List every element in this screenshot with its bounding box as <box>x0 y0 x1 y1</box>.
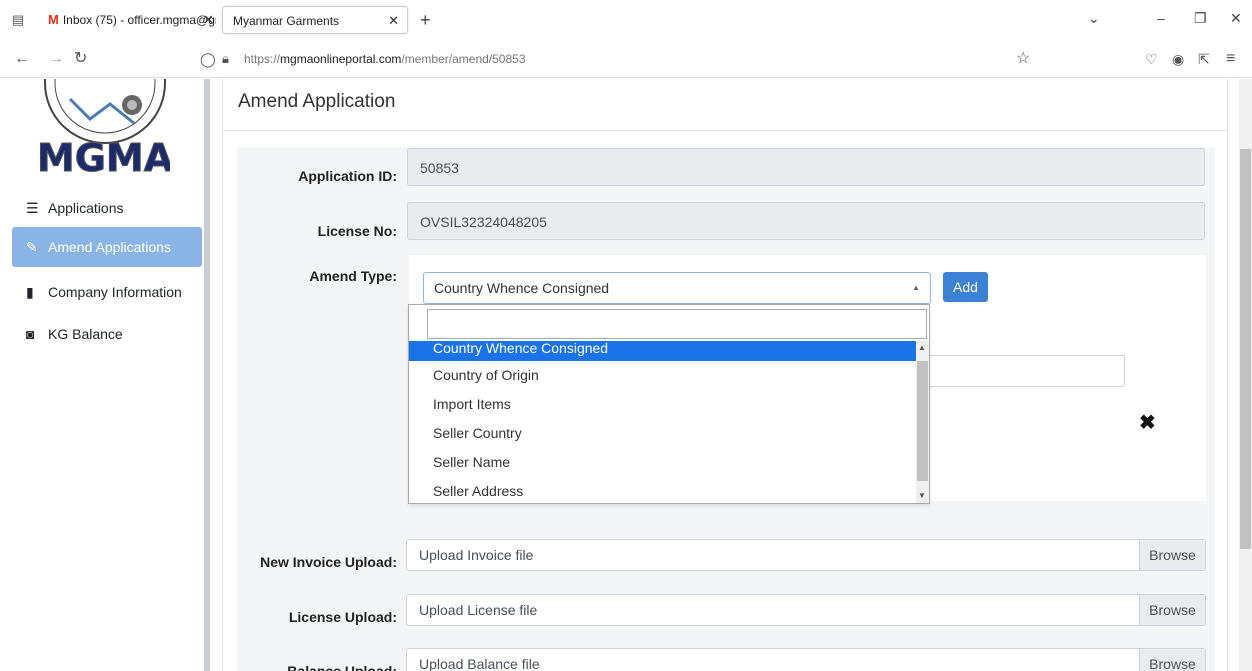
restore-icon[interactable]: ❐ <box>1194 10 1207 27</box>
dropdown-option[interactable]: Country Whence Consigned <box>409 341 916 361</box>
sidebar-item-kg-balance[interactable]: ◙ KG Balance <box>12 314 202 354</box>
scroll-down-icon[interactable]: ▼ <box>918 491 926 500</box>
window-close-icon[interactable]: ✕ <box>1230 10 1242 27</box>
menu-icon[interactable]: ≡ <box>1226 49 1235 69</box>
license-no-field: OVSIL32324048205 <box>407 202 1205 240</box>
sidebar-item-amend-applications[interactable]: ✎ Amend Applications <box>12 227 202 267</box>
page-scrollbar[interactable] <box>1239 79 1252 671</box>
dropdown-option[interactable]: Seller Country <box>409 419 916 448</box>
tab-inbox[interactable]: M Inbox (75) - officer.mgma@gm ✕ <box>38 6 216 34</box>
invoice-browse-button[interactable]: Browse <box>1139 540 1205 570</box>
lock-icon[interactable]: 🔒︎ <box>222 49 229 69</box>
application-id-label: Application ID: <box>298 168 397 184</box>
mgma-logo: MGMA <box>40 79 170 189</box>
pencil-icon: ✎ <box>26 239 38 255</box>
tab-close-icon[interactable]: ✕ <box>203 6 214 34</box>
dropdown-option[interactable]: Country of Origin <box>409 361 916 390</box>
sidebar-item-company-information[interactable]: ▮ Company Information <box>12 272 202 312</box>
dropdown-option[interactable]: Seller Address <box>409 477 916 503</box>
list-icon: ☰ <box>26 200 39 216</box>
invoice-upload-label: New Invoice Upload: <box>260 554 397 570</box>
svg-text:MGMA: MGMA <box>40 136 170 180</box>
chevron-down-icon[interactable]: ⌄ <box>1088 10 1100 27</box>
url-field[interactable]: https://mgmaonlineportal.com/member/amen… <box>244 51 526 67</box>
tab-inbox-label: Inbox (75) - officer.mgma@gm <box>62 13 216 27</box>
amend-type-select[interactable]: Country Whence Consigned ▲ <box>423 272 931 304</box>
tab-close-icon[interactable]: ✕ <box>388 7 399 33</box>
new-tab-icon[interactable]: + <box>420 10 431 30</box>
invoice-upload-input[interactable]: Upload Invoice file Browse <box>406 539 1206 571</box>
balance-upload-input[interactable]: Upload Balance file Browse <box>406 648 1206 671</box>
amend-type-dropdown: Country Whence Consigned Country of Orig… <box>408 304 930 504</box>
caret-up-icon: ▲ <box>912 283 920 292</box>
balance-browse-button[interactable]: Browse <box>1139 649 1205 671</box>
dropdown-options: Country Whence Consigned Country of Orig… <box>409 341 916 503</box>
pocket-icon[interactable]: ♡ <box>1145 49 1158 69</box>
reload-icon[interactable]: ↻ <box>74 49 87 69</box>
amend-type-label: Amend Type: <box>309 268 397 284</box>
dropdown-scroll-thumb[interactable] <box>917 361 928 481</box>
scale-icon: ◙ <box>26 326 35 342</box>
remove-icon[interactable]: ✖ <box>1139 410 1156 435</box>
sidebar-item-applications[interactable]: ☰ Applications <box>12 188 202 228</box>
scroll-up-icon[interactable]: ▲ <box>918 343 926 352</box>
license-upload-label: License Upload: <box>288 609 397 625</box>
bookmark-star-icon[interactable]: ☆ <box>1016 49 1030 69</box>
balance-upload-label: Balance Upload: <box>287 663 397 671</box>
sidebar: MGMA ☰ Applications ✎ Amend Applications ▮… <box>0 79 210 671</box>
dropdown-option[interactable]: Seller Name <box>409 448 916 477</box>
minimize-icon[interactable]: – <box>1157 10 1165 26</box>
license-no-label: License No: <box>317 223 397 239</box>
license-upload-input[interactable]: Upload License file Browse <box>406 594 1206 626</box>
dropdown-scrollbar[interactable]: ▲ ▼ <box>916 341 929 503</box>
dropdown-search-input[interactable] <box>427 309 927 339</box>
copy-icon: ▮ <box>26 284 34 300</box>
gmail-icon: M <box>48 12 59 27</box>
browser-nav-bar: ← → ↻ ◯ 🔒︎ https://mgmaonlineportal.com/… <box>0 40 1252 78</box>
tab-active-label: Myanmar Garments <box>233 14 340 28</box>
extensions-icon[interactable]: ⇱ <box>1198 49 1210 69</box>
page-scroll-thumb[interactable] <box>1240 149 1251 549</box>
page-title: Amend Application <box>238 91 396 112</box>
account-icon[interactable]: ◉ <box>1172 49 1184 69</box>
application-id-field: 50853 <box>407 148 1205 186</box>
back-icon[interactable]: ← <box>14 49 30 69</box>
forward-icon[interactable]: → <box>48 49 64 69</box>
dropdown-option[interactable]: Import Items <box>409 390 916 419</box>
shield-icon[interactable]: ◯ <box>200 49 216 69</box>
browser-tab-bar: ▤ M Inbox (75) - officer.mgma@gm ✕ Myanma… <box>0 0 1252 40</box>
add-button[interactable]: Add <box>943 272 988 302</box>
tab-myanmar-garments[interactable]: Myanmar Garments ✕ <box>222 6 408 34</box>
license-browse-button[interactable]: Browse <box>1139 595 1205 625</box>
tab-list-icon[interactable]: ▤ <box>10 12 26 28</box>
card-header: Amend Application <box>223 79 1229 131</box>
amend-value-input[interactable] <box>925 355 1125 387</box>
